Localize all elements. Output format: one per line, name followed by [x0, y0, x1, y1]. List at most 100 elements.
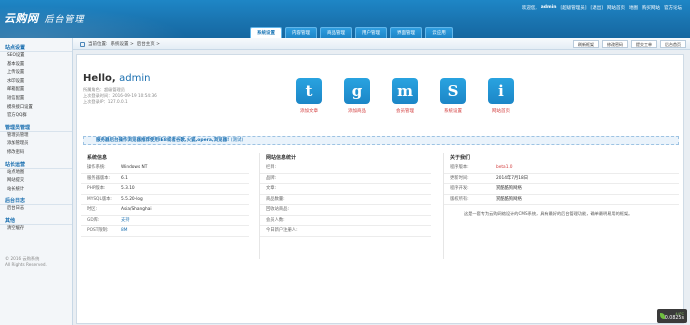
about-row: 更新时间: 2014年7月18日 — [444, 174, 679, 184]
main-nav: 系统设置 内容管理 商品管理 用户管理 界面管理 云应用 — [250, 27, 453, 38]
brand-name: 云购网 — [4, 12, 39, 25]
tab-interface[interactable]: 界面管理 — [390, 27, 422, 38]
hello-user: admin — [119, 73, 151, 84]
change-password-button[interactable]: 修改密码 — [602, 40, 628, 48]
header-bar: 云购网 后台管理 欢迎您, admin [超级管理员] [退出] 网站首页 地图… — [0, 0, 690, 38]
main-content: Hello, admin 所属角色：超级管理员 上次登录时间：2016-09-1… — [76, 54, 684, 324]
stats-key: 商品数量: — [266, 196, 285, 202]
panel-title: 关于我们 — [450, 155, 471, 161]
about-value: 赏酷酷狗网络 — [496, 196, 522, 202]
tab-content[interactable]: 内容管理 — [285, 27, 317, 38]
sidebar-item-qq-group[interactable]: 官方QQ群 — [0, 112, 72, 121]
info-key: 操作系统: — [87, 165, 106, 170]
sidebar-item-site-submit[interactable]: 网站提交 — [0, 177, 72, 186]
sidebar-group-title[interactable]: 后台日志 — [0, 197, 72, 206]
sidebar-group-title[interactable]: 管理员管理 — [0, 124, 72, 132]
sidebar-item-stats[interactable]: 站长统计 — [0, 186, 72, 195]
info-row: 服务器版本: 6.1 — [81, 174, 249, 184]
stats-row: 会员人数: — [260, 216, 431, 226]
login-meta: 所属角色：超级管理员 上次登录时间：2016-09-19 10:54:36 上次… — [83, 87, 157, 105]
welcome-text: 欢迎您, — [521, 6, 537, 11]
about-key: 程序开发: — [450, 186, 469, 191]
shortcut-label: 网站首页 — [492, 109, 510, 114]
info-key: 服务器版本: — [87, 175, 110, 181]
sidebar-item-add-admin[interactable]: 添加管理员 — [0, 140, 72, 149]
sidebar-group-title[interactable]: 其他 — [0, 217, 72, 225]
tab-products[interactable]: 商品管理 — [320, 27, 352, 38]
sidebar-group-title[interactable]: 站点设置 — [0, 44, 72, 52]
add-article-icon: t — [296, 78, 322, 104]
sidebar-item-watermark[interactable]: 水印设置 — [0, 78, 72, 87]
site-home-link[interactable]: 网站首页 — [607, 5, 625, 11]
info-key: 时区: — [87, 207, 98, 212]
shortcut-add-article[interactable]: t 添加文章 — [292, 78, 326, 114]
stats-row: 品牌: — [260, 174, 431, 184]
info-value: 8M — [121, 228, 128, 233]
sidebar-group-title[interactable]: 站长运营 — [0, 161, 72, 169]
stats-key: 文章: — [266, 186, 277, 191]
tab-users[interactable]: 用户管理 — [355, 27, 387, 38]
leaf-icon — [660, 313, 665, 319]
shortcut-add-product[interactable]: g 添加商品 — [340, 78, 374, 114]
about-key: 更新时间: — [450, 175, 469, 181]
home-icon — [80, 41, 85, 47]
tab-cloud-apps[interactable]: 云应用 — [425, 27, 453, 38]
sitemap-link[interactable]: 地图 — [629, 5, 638, 11]
about-description: 这是一套专为云购网络设计的CMS系统，具有最好的后台管理功能，确单最明易用的框架… — [464, 211, 633, 216]
brand-subtitle: 后台管理 — [44, 14, 85, 25]
sidebar-item-email[interactable]: 邮箱配置 — [0, 86, 72, 95]
about-value: 2014年7月18日 — [496, 175, 529, 181]
stats-row: 商品数量: — [260, 195, 431, 205]
shortcut-members[interactable]: m 会员管理 — [388, 78, 422, 114]
meta-last-login-ip: 上次登录IP：127.0.0.1 — [83, 99, 128, 104]
admin-home-button[interactable]: 后台首页 — [660, 40, 686, 48]
info-key: POST限制: — [87, 228, 109, 233]
breadcrumb-label: 当前位置: — [88, 42, 108, 47]
sidebar-item-upload[interactable]: 上传设置 — [0, 69, 72, 78]
user-role: [超级管理员] — [560, 6, 587, 11]
info-row: POST限制: 8M — [81, 226, 249, 237]
panel-title: 网站信息统计 — [266, 155, 297, 161]
about-value: 赏酷酷狗网络 — [496, 186, 522, 191]
shortcut-label: 添加商品 — [348, 109, 366, 114]
info-key: PHP版本: — [87, 186, 106, 191]
forum-link[interactable]: 官方论坛 — [664, 5, 682, 11]
submit-ticket-button[interactable]: 提交工单 — [631, 40, 657, 48]
sidebar-item-basic[interactable]: 基本设置 — [0, 61, 72, 70]
members-icon: m — [392, 78, 418, 104]
buy-site-link[interactable]: 购买网站 — [642, 5, 660, 11]
info-value: Windows NT — [121, 165, 148, 170]
info-value: 支持 — [121, 217, 130, 223]
info-row: PHP版本: 5.3.10 — [81, 184, 249, 195]
sidebar-footer: © 2016 云购系统 All Rights Reserved. — [5, 256, 47, 268]
shortcut-settings[interactable]: S 系统设置 — [436, 78, 470, 114]
sidebar-item-admin-log[interactable]: 后台日志 — [0, 205, 72, 214]
breadcrumb: 当前位置: 系统设置 > 后台主页 > — [80, 41, 160, 47]
breadcrumb-home[interactable]: 后台主页 > — [137, 41, 160, 47]
panel-title: 系统信息 — [87, 155, 108, 161]
tab-system-settings[interactable]: 系统设置 — [250, 27, 282, 38]
stats-key: 回收站商品: — [266, 207, 289, 212]
info-row: 时区: Asia/Shanghai — [81, 205, 249, 216]
sidebar-item-admin-manage[interactable]: 管理员管理 — [0, 132, 72, 141]
sidebar-item-sms[interactable]: 短信配置 — [0, 95, 72, 104]
sidebar-item-change-password[interactable]: 修改密码 — [0, 149, 72, 158]
about-key: 版权所有: — [450, 196, 469, 202]
info-value: 6.1 — [121, 175, 128, 181]
stats-row: 栏目: — [260, 163, 431, 174]
about-value: beta1.0 — [496, 165, 513, 170]
notice-tail: (测试) — [230, 138, 244, 143]
logout-link[interactable]: [退出] — [590, 5, 603, 11]
refresh-frame-button[interactable]: 刷新框架 — [573, 40, 599, 48]
breadcrumb-bar: 当前位置: 系统设置 > 后台主页 > 刷新框架 修改密码 提交工单 后台首页 — [0, 38, 690, 50]
info-row: 操作系统: Windows NT — [81, 163, 249, 174]
sidebar-item-module-api[interactable]: 模块接口设置 — [0, 104, 72, 113]
current-user: admin — [540, 5, 557, 10]
sidebar-item-clear-cache[interactable]: 清空缓存 — [0, 225, 72, 234]
sidebar-item-sitemap[interactable]: 站点地图 — [0, 169, 72, 178]
sidebar-item-seo[interactable]: SEO设置 — [0, 52, 72, 61]
about-row: 版权所有: 赏酷酷狗网络 — [444, 195, 679, 205]
breadcrumb-system[interactable]: 系统设置 > — [111, 41, 134, 47]
shortcut-site-home[interactable]: i 网站首页 — [484, 78, 518, 114]
info-row: MYSQL版本: 5.5.20-log — [81, 195, 249, 205]
